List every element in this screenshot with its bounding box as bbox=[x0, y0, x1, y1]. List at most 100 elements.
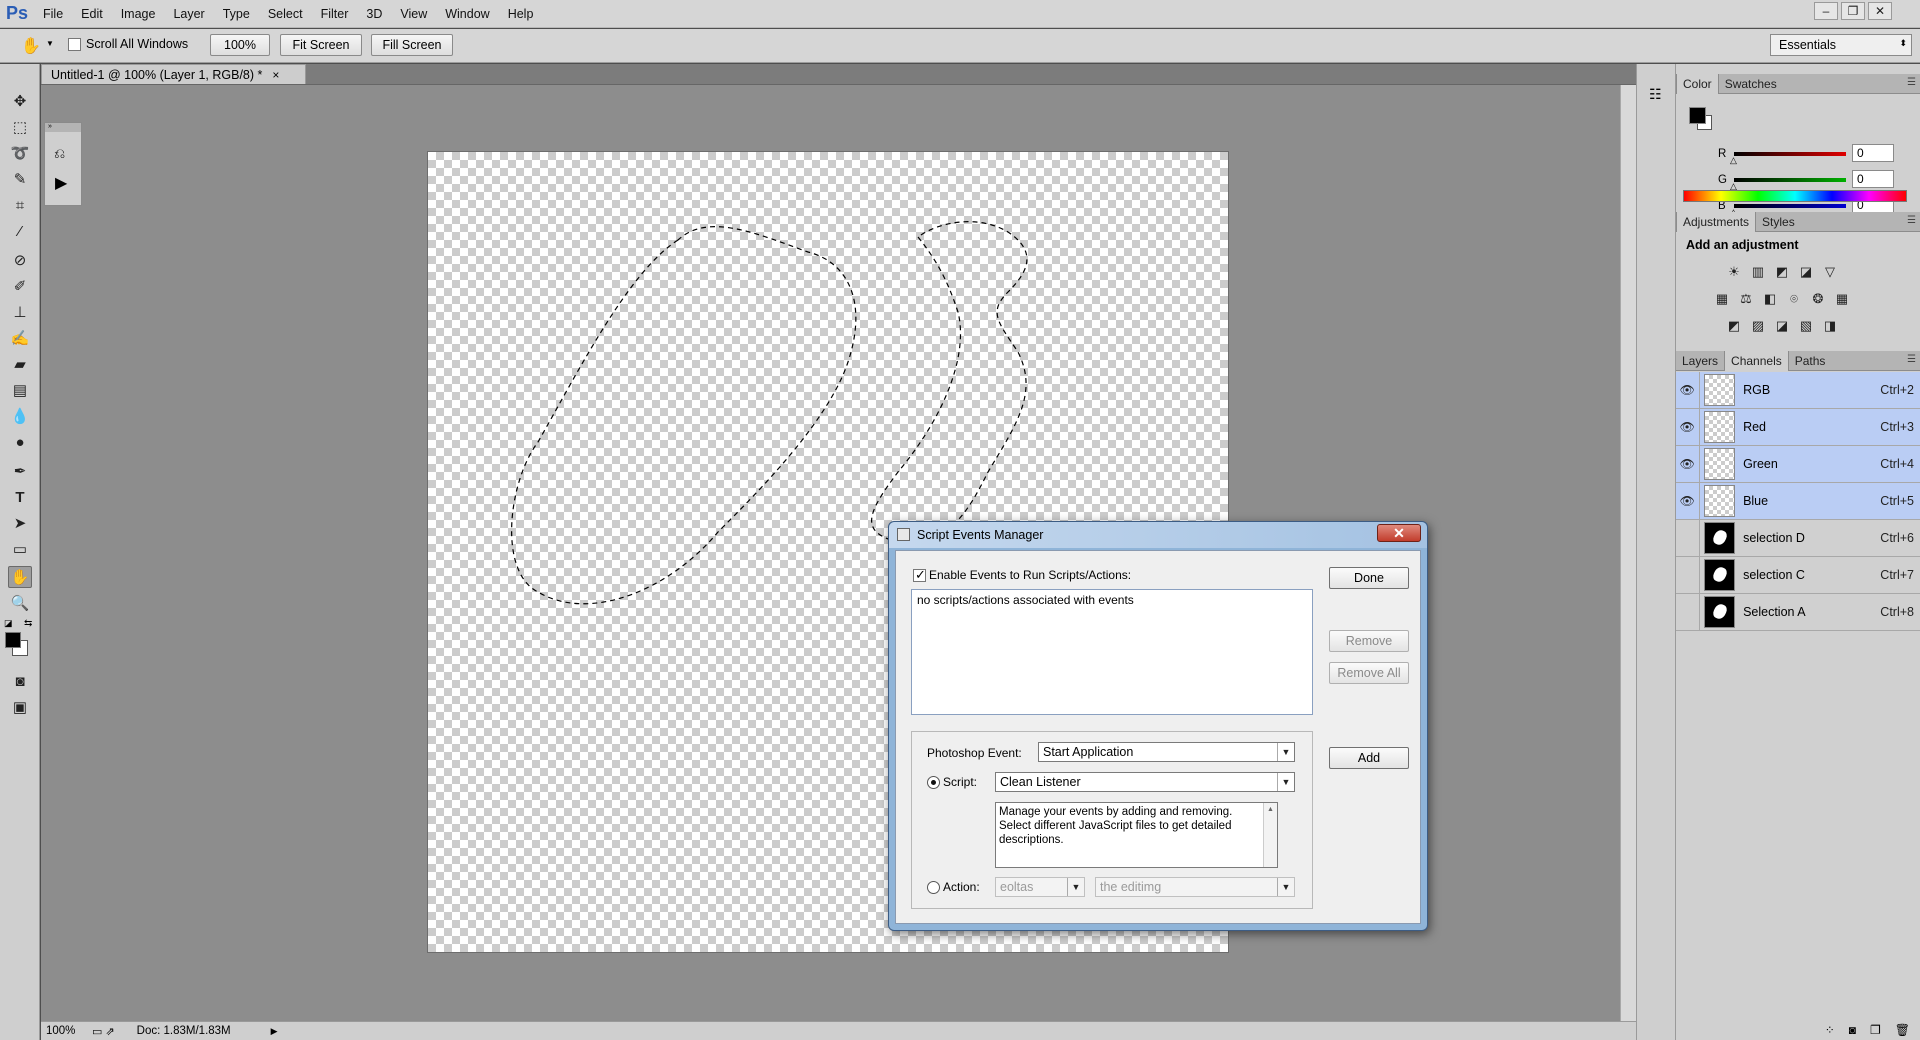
vibrance-icon[interactable]: ▽ bbox=[1821, 264, 1839, 280]
swap-colors-icon[interactable]: ⇆ bbox=[24, 618, 32, 629]
restore-button[interactable]: ❐ bbox=[1841, 2, 1865, 20]
black-white-icon[interactable]: ◧ bbox=[1761, 291, 1779, 307]
add-button[interactable]: Add bbox=[1329, 747, 1409, 769]
menu-select[interactable]: Select bbox=[259, 0, 312, 28]
blur-tool-icon[interactable]: 💧 bbox=[8, 405, 32, 427]
slider-thumb-icon[interactable]: △ bbox=[1730, 155, 1737, 166]
panel-menu-icon[interactable]: ☰ bbox=[1907, 77, 1916, 88]
tab-adjustments[interactable]: Adjustments bbox=[1676, 212, 1757, 232]
menu-layer[interactable]: Layer bbox=[164, 0, 213, 28]
vertical-scrollbar[interactable] bbox=[1620, 85, 1636, 1021]
menu-help[interactable]: Help bbox=[499, 0, 543, 28]
hand-tool-icon[interactable]: ✋ bbox=[20, 35, 42, 57]
workspace-select[interactable]: Essentials ⬍ bbox=[1770, 34, 1912, 56]
hand-tool-icon[interactable]: ✋ bbox=[8, 566, 32, 588]
menu-image[interactable]: Image bbox=[112, 0, 165, 28]
color-lookup-icon[interactable]: ▦ bbox=[1833, 291, 1851, 307]
visibility-eye-icon[interactable]: 👁 bbox=[1676, 482, 1700, 520]
crop-tool-icon[interactable]: ⌗ bbox=[8, 194, 32, 216]
healing-brush-tool-icon[interactable]: ⊘ bbox=[8, 249, 32, 271]
quick-mask-icon[interactable]: ◙ bbox=[8, 670, 32, 692]
marquee-tool-icon[interactable]: ⬚ bbox=[8, 116, 32, 138]
fit-screen-button[interactable]: Fit Screen bbox=[280, 34, 362, 56]
status-icon[interactable]: ▭ ⇗ bbox=[92, 1025, 115, 1038]
channel-row[interactable]: 👁 RGB Ctrl+2 bbox=[1676, 371, 1920, 409]
collapse-icon[interactable]: » bbox=[45, 123, 81, 132]
dialog-title-bar[interactable]: Script Events Manager bbox=[889, 522, 1427, 548]
minimize-button[interactable]: – bbox=[1814, 2, 1838, 20]
new-channel-icon[interactable]: ❐ bbox=[1870, 1023, 1881, 1037]
brush-tool-icon[interactable]: ✐ bbox=[8, 275, 32, 297]
rectangle-tool-icon[interactable]: ▭ bbox=[8, 538, 32, 560]
menu-view[interactable]: View bbox=[391, 0, 436, 28]
default-colors-icon[interactable]: ◪ bbox=[4, 618, 13, 629]
tab-swatches[interactable]: Swatches bbox=[1719, 74, 1783, 94]
script-radio[interactable] bbox=[927, 775, 940, 789]
delete-channel-icon[interactable]: 🗑 bbox=[1895, 1023, 1910, 1037]
play-icon[interactable]: ▶ bbox=[55, 173, 67, 193]
gradient-tool-icon[interactable]: ▤ bbox=[8, 379, 32, 401]
remove-all-button[interactable]: Remove All bbox=[1329, 662, 1409, 684]
channel-row[interactable]: selection C Ctrl+7 bbox=[1676, 556, 1920, 594]
color-spectrum-bar[interactable] bbox=[1683, 190, 1907, 202]
tab-color[interactable]: Color bbox=[1676, 74, 1719, 94]
close-document-icon[interactable]: × bbox=[272, 68, 279, 82]
close-button[interactable]: ✕ bbox=[1868, 2, 1892, 20]
visibility-eye-icon[interactable] bbox=[1676, 593, 1700, 631]
invert-icon[interactable]: ◩ bbox=[1725, 318, 1743, 334]
gradient-map-icon[interactable]: ▧ bbox=[1797, 318, 1815, 334]
channel-row[interactable]: selection D Ctrl+6 bbox=[1676, 519, 1920, 557]
active-color-swatch[interactable] bbox=[1689, 107, 1706, 124]
document-tab[interactable]: Untitled-1 @ 100% (Layer 1, RGB/8) * × bbox=[41, 64, 306, 84]
tab-layers[interactable]: Layers bbox=[1676, 351, 1724, 371]
exposure-icon[interactable]: ◪ bbox=[1797, 264, 1815, 280]
done-button[interactable]: Done bbox=[1329, 567, 1409, 589]
tool-preset-chevron-icon[interactable]: ▼ bbox=[46, 39, 54, 48]
threshold-icon[interactable]: ◪ bbox=[1773, 318, 1791, 334]
screen-mode-icon[interactable]: ▣ bbox=[8, 696, 32, 718]
script-select[interactable]: Clean Listener ▼ bbox=[995, 772, 1295, 792]
history-icon[interactable]: ⎌ bbox=[54, 145, 65, 162]
events-list[interactable]: no scripts/actions associated with event… bbox=[911, 589, 1313, 715]
slider-g[interactable] bbox=[1734, 178, 1846, 182]
save-selection-icon[interactable]: ◙ bbox=[1849, 1023, 1856, 1037]
foreground-color-swatch[interactable] bbox=[5, 632, 21, 648]
hue-saturation-icon[interactable]: ▦ bbox=[1713, 291, 1731, 307]
color-balance-icon[interactable]: ⚖ bbox=[1737, 291, 1755, 307]
quick-selection-tool-icon[interactable]: ✎ bbox=[8, 168, 32, 190]
action-set-select[interactable]: eoltas ▼ bbox=[995, 877, 1085, 897]
panel-menu-icon[interactable]: ☰ bbox=[1907, 354, 1916, 365]
value-field-g[interactable]: 0 bbox=[1852, 170, 1894, 188]
menu-window[interactable]: Window bbox=[436, 0, 498, 28]
eraser-tool-icon[interactable]: ▰ bbox=[8, 353, 32, 375]
menu-type[interactable]: Type bbox=[214, 0, 259, 28]
enable-events-option[interactable]: Enable Events to Run Scripts/Actions: bbox=[913, 567, 1131, 583]
channel-row[interactable]: 👁 Blue Ctrl+5 bbox=[1676, 482, 1920, 520]
tab-paths[interactable]: Paths bbox=[1789, 351, 1832, 371]
slider-r[interactable] bbox=[1734, 152, 1846, 156]
zoom-readout[interactable]: 100% bbox=[46, 1025, 86, 1037]
dodge-tool-icon[interactable]: ● bbox=[8, 431, 32, 453]
slider-b[interactable] bbox=[1734, 204, 1846, 208]
path-selection-tool-icon[interactable]: ➤ bbox=[8, 512, 32, 534]
tab-styles[interactable]: Styles bbox=[1756, 212, 1801, 232]
visibility-eye-icon[interactable]: 👁 bbox=[1676, 445, 1700, 483]
menu-file[interactable]: File bbox=[34, 0, 72, 28]
visibility-eye-icon[interactable] bbox=[1676, 519, 1700, 557]
type-tool-icon[interactable]: T bbox=[8, 486, 32, 508]
zoom-100-button[interactable]: 100% bbox=[210, 34, 270, 56]
selective-color-icon[interactable]: ◨ bbox=[1821, 318, 1839, 334]
dialog-close-button[interactable]: ✕ bbox=[1377, 524, 1421, 542]
photo-filter-icon[interactable]: ⌾ bbox=[1785, 291, 1803, 307]
value-field-r[interactable]: 0 bbox=[1852, 144, 1894, 162]
menu-filter[interactable]: Filter bbox=[312, 0, 358, 28]
clone-stamp-tool-icon[interactable]: ⊥ bbox=[8, 301, 32, 323]
enable-events-checkbox[interactable] bbox=[913, 567, 926, 583]
visibility-eye-icon[interactable] bbox=[1676, 556, 1700, 594]
remove-button[interactable]: Remove bbox=[1329, 630, 1409, 652]
scroll-all-checkbox[interactable] bbox=[68, 37, 81, 51]
curves-icon[interactable]: ◩ bbox=[1773, 264, 1791, 280]
history-panel-icon[interactable]: ☷ bbox=[1649, 86, 1662, 103]
eyedropper-tool-icon[interactable]: ⁄ bbox=[8, 220, 32, 242]
visibility-eye-icon[interactable]: 👁 bbox=[1676, 408, 1700, 446]
